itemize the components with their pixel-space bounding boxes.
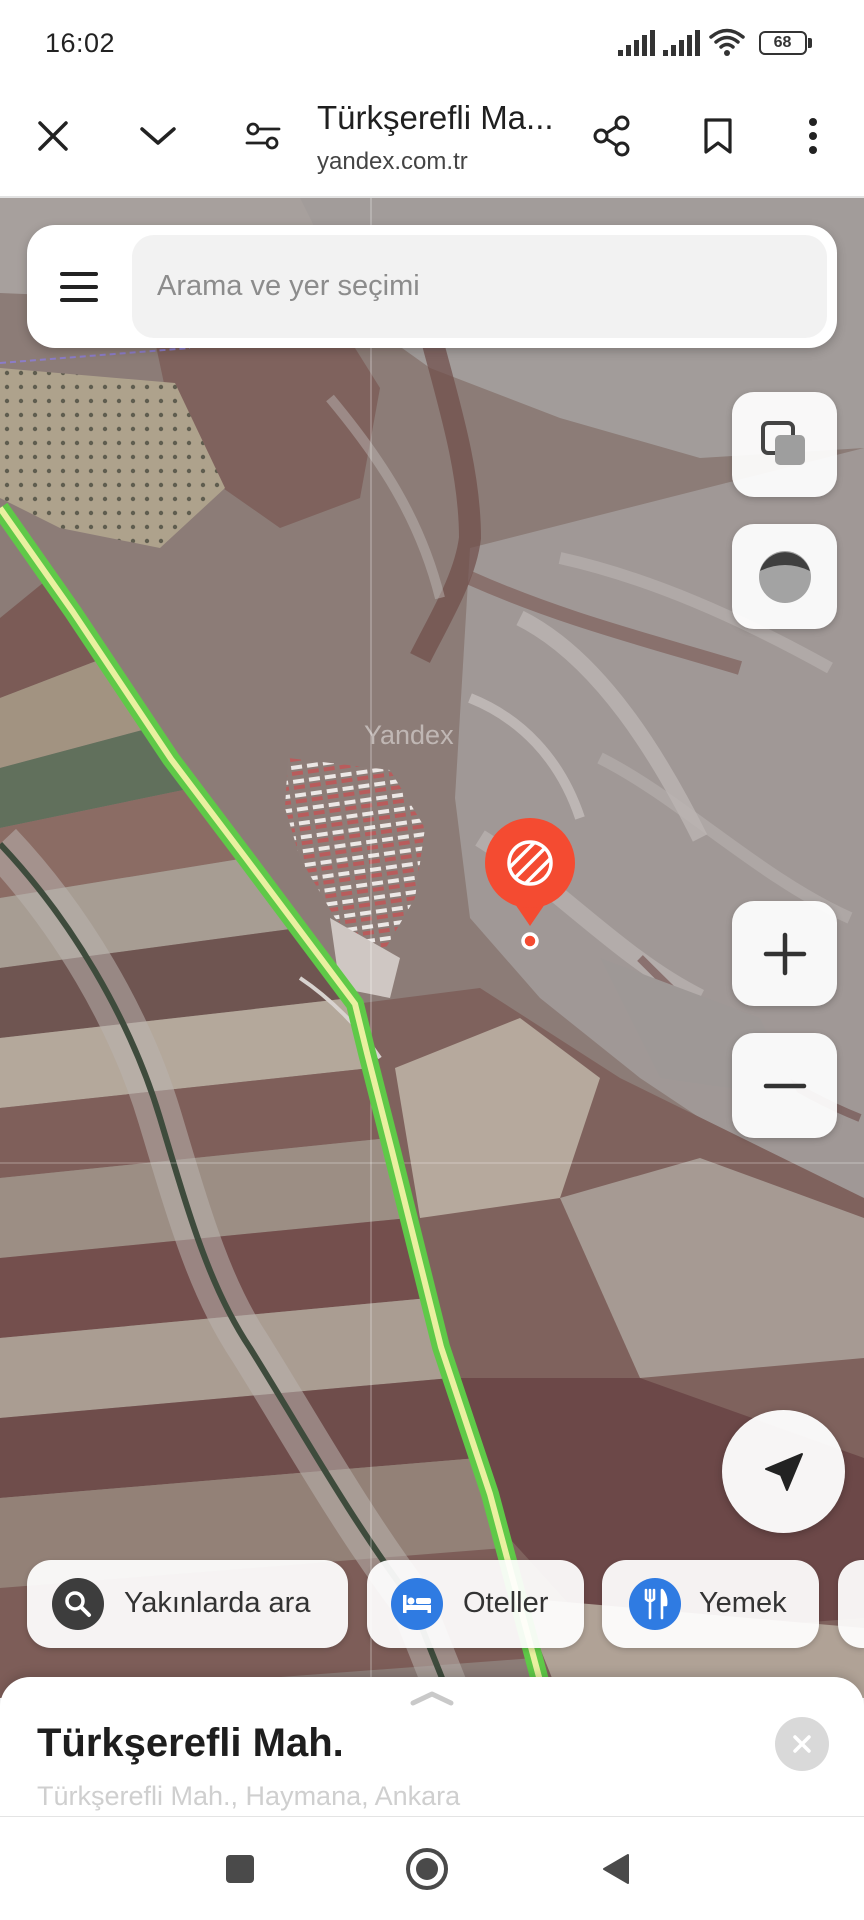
bookmark-button[interactable] (690, 108, 746, 164)
chevron-up-icon[interactable] (409, 1689, 455, 1707)
chip-nearby-search[interactable]: Yakınlarda ara (27, 1560, 348, 1648)
browser-toolbar: Türkşerefli Ma... yandex.com.tr (0, 86, 864, 198)
minimize-button[interactable] (130, 108, 186, 164)
map-watermark: Yandex (364, 720, 454, 750)
place-address: Türkşerefli Mah., Haymana, Ankara (37, 1781, 461, 1811)
chevron-down-icon (140, 127, 176, 145)
menu-button[interactable] (57, 265, 101, 309)
zoom-in-icon (763, 932, 806, 975)
system-nav-bar (0, 1816, 864, 1920)
more-vert-icon (809, 118, 817, 154)
status-bar: 16:02 68 (0, 0, 864, 86)
home-button[interactable] (397, 1839, 457, 1899)
close-card-button[interactable] (775, 1717, 829, 1771)
close-icon (38, 121, 68, 151)
battery-level: 68 (773, 34, 792, 51)
location-dot (521, 932, 539, 950)
chip-hotels[interactable]: Oteller (367, 1560, 584, 1648)
layers-button[interactable] (732, 392, 837, 497)
search-icon (52, 1578, 104, 1630)
bookmark-icon (704, 118, 732, 154)
chip-food[interactable]: Yemek (602, 1560, 819, 1648)
chip-label: Yakınlarda ara (124, 1587, 311, 1619)
my-location-button[interactable] (722, 1410, 845, 1533)
recent-apps-icon (226, 1855, 254, 1883)
page-url[interactable]: yandex.com.tr (317, 148, 468, 176)
place-title: Türkşerefli Mah. (37, 1721, 344, 1765)
layers-icon (760, 420, 805, 465)
page-title[interactable]: Türkşerefli Ma... (317, 99, 554, 137)
close-tab-button[interactable] (25, 108, 81, 164)
recent-apps-button[interactable] (210, 1839, 270, 1899)
chip-more[interactable] (838, 1560, 864, 1648)
share-button[interactable] (584, 108, 640, 164)
chip-label: Oteller (463, 1587, 549, 1619)
back-button[interactable] (586, 1839, 646, 1899)
close-icon (793, 1735, 811, 1753)
zoom-in-button[interactable] (732, 901, 837, 1006)
wifi-icon (709, 28, 745, 56)
page-info-button[interactable] (235, 108, 291, 164)
search-card (27, 225, 837, 348)
place-card[interactable]: Türkşerefli Mah. Türkşerefli Mah., Hayma… (0, 1677, 864, 1816)
traffic-button[interactable] (732, 524, 837, 629)
place-marker[interactable] (481, 814, 579, 954)
battery-tip (808, 38, 812, 48)
share-icon (593, 115, 630, 157)
zoom-out-icon (763, 1083, 806, 1088)
search-input[interactable] (132, 235, 827, 338)
chip-label: Yemek (699, 1587, 787, 1619)
traffic-icon (758, 550, 811, 603)
page-info-icon (245, 122, 281, 150)
signal-icon (618, 30, 655, 56)
signal-icon (663, 30, 700, 56)
back-icon (603, 1854, 629, 1884)
my-location-icon (764, 1452, 803, 1491)
home-icon (406, 1848, 448, 1890)
fork-knife-icon (629, 1578, 681, 1630)
battery-icon: 68 (759, 31, 807, 55)
bed-icon (391, 1578, 443, 1630)
status-time: 16:02 (45, 28, 116, 58)
more-options-button[interactable] (785, 108, 841, 164)
zoom-out-button[interactable] (732, 1033, 837, 1138)
